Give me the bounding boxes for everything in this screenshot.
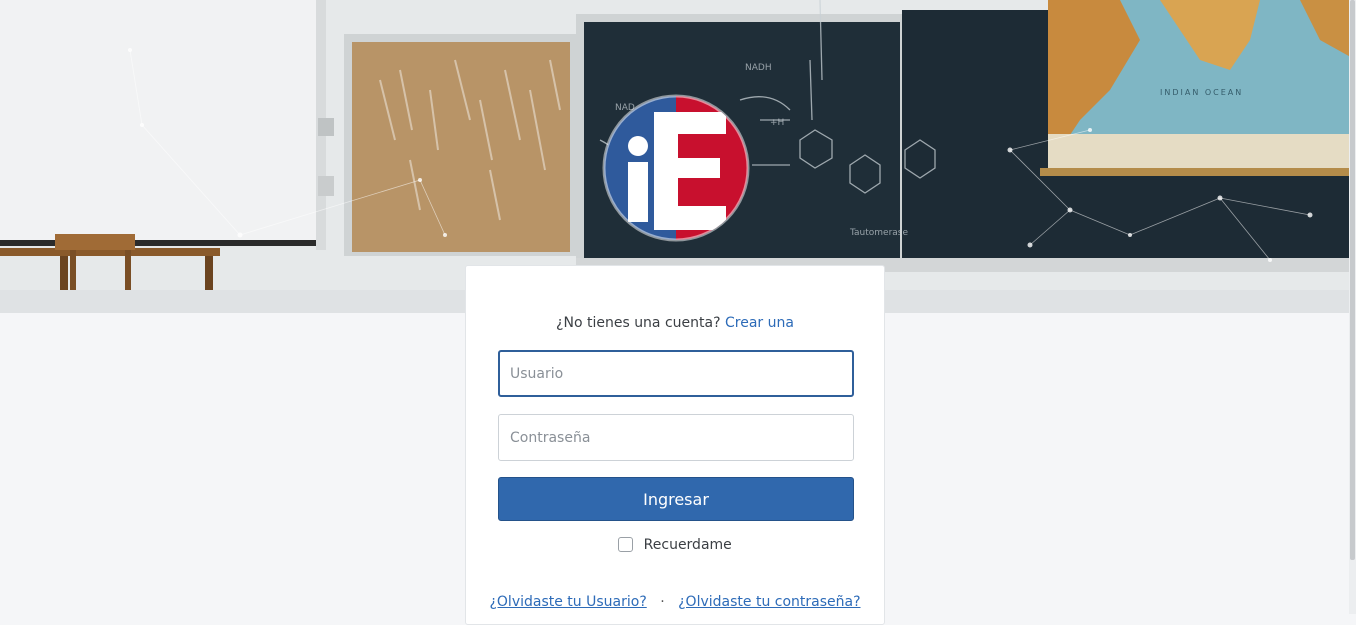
remember-me[interactable]: Recuerdame bbox=[466, 537, 884, 553]
create-account-link[interactable]: Crear una bbox=[725, 315, 794, 331]
forgot-username-link[interactable]: ¿Olvidaste tu Usuario? bbox=[489, 594, 646, 610]
help-links: ¿Olvidaste tu Usuario? · ¿Olvidaste tu c… bbox=[466, 594, 884, 610]
ie-logo bbox=[602, 94, 750, 242]
svg-text:+H: +H bbox=[770, 118, 784, 128]
forgot-password-link[interactable]: ¿Olvidaste tu contraseña? bbox=[678, 594, 860, 610]
svg-text:NADH: NADH bbox=[745, 63, 772, 73]
checkbox-empty-icon[interactable] bbox=[618, 537, 634, 552]
signup-prompt: ¿No tienes una cuenta? Crear una bbox=[466, 315, 884, 331]
page-scrollbar[interactable] bbox=[1349, 0, 1356, 614]
ie-logo-icon bbox=[602, 94, 750, 242]
login-card: ¿No tienes una cuenta? Crear una Ingresa… bbox=[465, 265, 885, 625]
password-input[interactable] bbox=[498, 414, 854, 461]
svg-text:INDIAN OCEAN: INDIAN OCEAN bbox=[1160, 88, 1243, 97]
username-input[interactable] bbox=[498, 350, 854, 397]
scrollbar-thumb[interactable] bbox=[1350, 0, 1355, 560]
svg-text:Tautomerase: Tautomerase bbox=[849, 228, 908, 238]
signup-prompt-text: ¿No tienes una cuenta? bbox=[556, 315, 721, 331]
remember-me-label: Recuerdame bbox=[643, 537, 732, 553]
link-separator: · bbox=[660, 594, 665, 610]
login-button[interactable]: Ingresar bbox=[498, 477, 854, 521]
